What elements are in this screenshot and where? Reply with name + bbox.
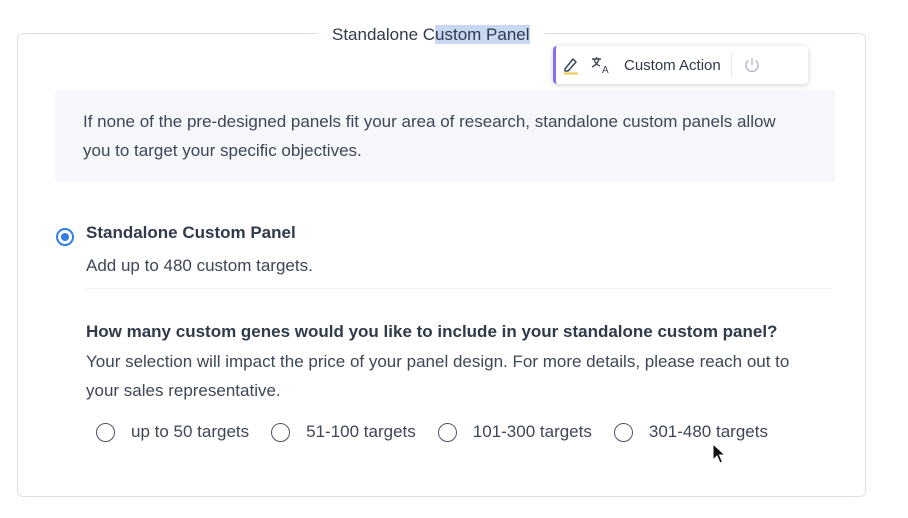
option-description: Add up to 480 custom targets.: [86, 256, 313, 275]
choice-label: 51-100 targets: [306, 422, 416, 441]
choice-301-480[interactable]: 301-480 targets: [613, 422, 768, 442]
question-title: How many custom genes would you like to …: [86, 322, 778, 341]
legend-selected-text: ustom Panel: [435, 25, 530, 44]
choice-up-to-50[interactable]: up to 50 targets: [96, 422, 249, 442]
radio-51-100[interactable]: [271, 422, 291, 442]
choice-label: 101-300 targets: [472, 422, 592, 441]
intro-text: If none of the pre-designed panels fit y…: [55, 90, 835, 182]
divider: [86, 288, 832, 289]
choice-101-300[interactable]: 101-300 targets: [437, 422, 592, 442]
radio-101-300[interactable]: [437, 422, 457, 442]
standalone-panel-radio[interactable]: [56, 228, 74, 246]
target-count-options: up to 50 targets 51-100 targets 101-300 …: [96, 420, 790, 444]
question-help: Your selection will impact the price of …: [86, 352, 790, 400]
translate-icon[interactable]: A: [586, 46, 616, 84]
custom-action-label: Custom Action: [616, 53, 732, 77]
legend-text: Standalone C: [332, 25, 436, 44]
choice-label: 301-480 targets: [648, 422, 768, 441]
choice-label: up to 50 targets: [131, 422, 250, 441]
mouse-cursor-icon: [712, 443, 727, 464]
choice-51-100[interactable]: 51-100 targets: [271, 422, 416, 442]
svg-text:A: A: [602, 65, 609, 75]
radio-301-480[interactable]: [613, 422, 633, 442]
panel-legend: Standalone Custom Panel: [318, 23, 544, 47]
custom-action-button[interactable]: Custom Action: [616, 46, 732, 84]
radio-up-to-50[interactable]: [96, 422, 115, 442]
power-icon[interactable]: [732, 46, 772, 84]
option-title: Standalone Custom Panel: [86, 223, 296, 242]
selection-toolbar: A Custom Action: [553, 46, 808, 84]
highlighter-icon[interactable]: [556, 46, 586, 84]
